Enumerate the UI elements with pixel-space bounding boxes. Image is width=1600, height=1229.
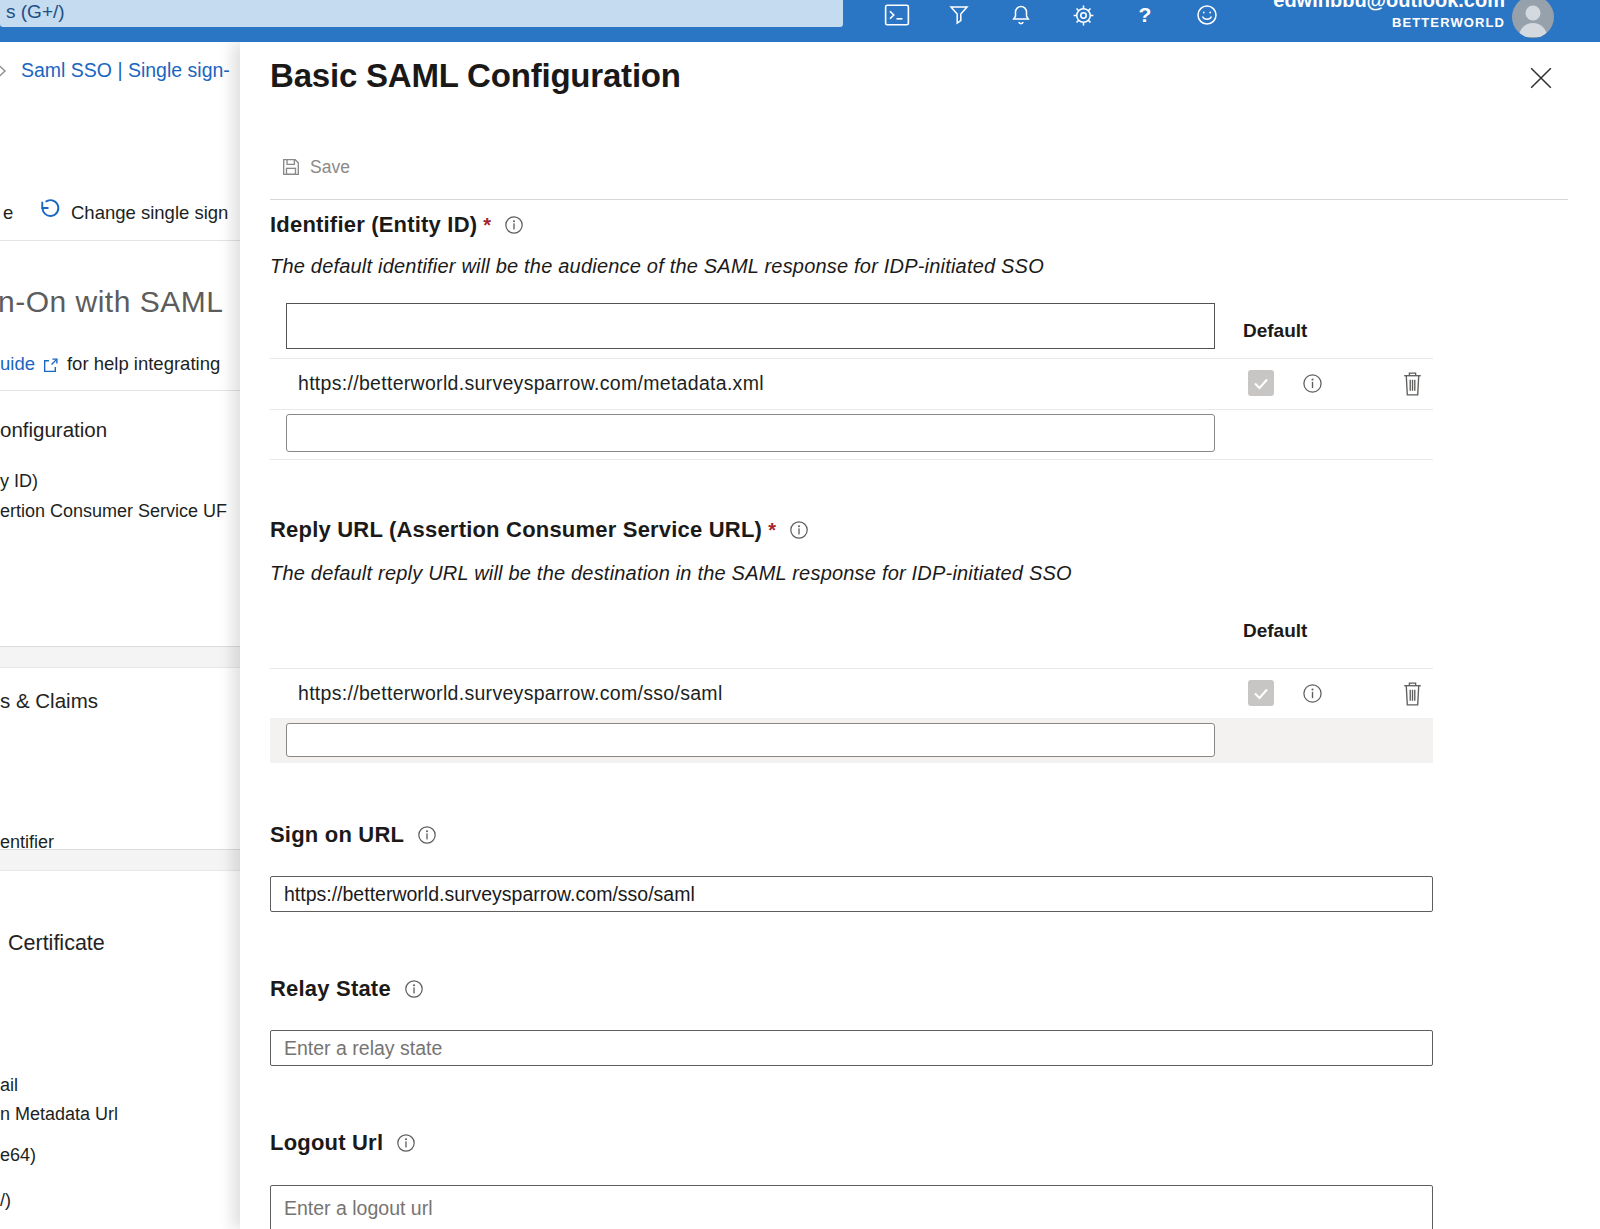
help-icon: ? bbox=[1139, 3, 1152, 27]
panel-title: Basic SAML Configuration bbox=[270, 57, 681, 95]
account-email[interactable]: edwinbbu@outlook.com bbox=[1273, 0, 1505, 12]
gear-icon bbox=[1071, 3, 1096, 28]
external-link-icon bbox=[42, 357, 59, 374]
close-button[interactable] bbox=[1529, 66, 1555, 92]
filter-icon bbox=[947, 3, 971, 27]
info-icon[interactable] bbox=[1302, 683, 1323, 704]
identifier-description: The default identifier will be the audie… bbox=[270, 255, 1044, 278]
save-label: Save bbox=[310, 157, 350, 178]
identifier-input-new-top[interactable] bbox=[286, 303, 1215, 349]
divider bbox=[0, 240, 240, 241]
delete-row-button[interactable] bbox=[1401, 680, 1424, 707]
notifications-button[interactable] bbox=[990, 0, 1052, 30]
logout-url-input[interactable] bbox=[270, 1185, 1433, 1229]
identifier-section-header: Identifier (Entity ID) * bbox=[270, 212, 524, 238]
logout-url-section-header: Logout Url bbox=[270, 1130, 416, 1156]
guide-link[interactable]: uide bbox=[0, 353, 35, 375]
background-page: Saml SSO | Single sign- e Change single … bbox=[0, 42, 240, 1229]
page-heading-fragment: n-On with SAML bbox=[0, 285, 223, 319]
feedback-button[interactable] bbox=[1176, 0, 1238, 30]
identifier-input-new[interactable] bbox=[286, 414, 1215, 452]
required-asterisk: * bbox=[483, 214, 491, 237]
directory-filter-button[interactable] bbox=[928, 0, 990, 30]
divider bbox=[270, 459, 1433, 460]
field-fragment: ail bbox=[0, 1075, 18, 1096]
toolbar-fragment: e bbox=[3, 202, 13, 224]
reply-url-default-checkbox[interactable] bbox=[1248, 680, 1274, 706]
save-button[interactable]: Save bbox=[282, 154, 350, 180]
search-text: s (G+/) bbox=[6, 1, 65, 23]
guide-text: for help integrating bbox=[67, 353, 220, 375]
breadcrumb[interactable]: Saml SSO | Single sign- bbox=[21, 59, 230, 82]
trash-icon bbox=[1401, 680, 1424, 707]
required-asterisk: * bbox=[768, 519, 776, 542]
save-icon bbox=[282, 158, 300, 176]
card-gap bbox=[0, 849, 240, 871]
info-icon[interactable] bbox=[1302, 373, 1323, 394]
undo-icon bbox=[36, 197, 61, 222]
reply-url-description: The default reply URL will be the destin… bbox=[270, 562, 1072, 585]
card-title-fragment: Certificate bbox=[8, 931, 105, 956]
relay-state-input[interactable] bbox=[270, 1030, 1433, 1066]
reply-url-label: Reply URL (Assertion Consumer Service UR… bbox=[270, 517, 762, 543]
help-button[interactable]: ? bbox=[1114, 0, 1176, 30]
check-icon bbox=[1248, 370, 1274, 396]
divider bbox=[270, 409, 1433, 410]
azure-topbar: s (G+/) ? edwinbbu@outlook.com BETTERWOR… bbox=[0, 0, 1600, 42]
divider bbox=[270, 199, 1568, 200]
field-fragment: ertion Consumer Service UF bbox=[0, 501, 227, 522]
field-fragment: y ID) bbox=[0, 471, 38, 492]
info-icon[interactable] bbox=[789, 520, 809, 540]
reply-url-row-value: https://betterworld.surveysparrow.com/ss… bbox=[298, 682, 723, 705]
info-icon[interactable] bbox=[417, 825, 437, 845]
field-fragment: n Metadata Url bbox=[0, 1104, 118, 1125]
field-fragment: e64) bbox=[0, 1145, 36, 1166]
identifier-label: Identifier (Entity ID) bbox=[270, 212, 477, 238]
close-icon bbox=[1529, 66, 1553, 90]
reply-url-input-new[interactable] bbox=[286, 723, 1215, 757]
divider bbox=[0, 390, 240, 391]
sign-on-url-label: Sign on URL bbox=[270, 822, 404, 848]
divider bbox=[270, 358, 1433, 359]
divider bbox=[270, 668, 1433, 669]
delete-row-button[interactable] bbox=[1401, 370, 1424, 397]
global-search-input[interactable]: s (G+/) bbox=[0, 0, 843, 27]
guide-row: uide for help integrating bbox=[0, 353, 220, 375]
sign-on-url-input[interactable] bbox=[270, 876, 1433, 912]
change-sso-mode-button[interactable]: Change single sign bbox=[71, 202, 228, 224]
logout-url-label: Logout Url bbox=[270, 1130, 383, 1156]
info-icon[interactable] bbox=[396, 1133, 416, 1153]
trash-icon bbox=[1401, 370, 1424, 397]
cloud-shell-button[interactable] bbox=[866, 0, 928, 30]
card-title-fragment: s & Claims bbox=[0, 689, 98, 713]
default-column-header: Default bbox=[1243, 620, 1307, 642]
account-tenant: BETTERWORLD bbox=[1392, 15, 1505, 30]
identifier-default-checkbox[interactable] bbox=[1248, 370, 1274, 396]
breadcrumb-chevron-icon bbox=[0, 63, 7, 79]
card-gap bbox=[0, 646, 240, 668]
default-column-header: Default bbox=[1243, 320, 1307, 342]
bell-icon bbox=[1009, 3, 1033, 27]
person-icon bbox=[1512, 0, 1554, 38]
smiley-icon bbox=[1195, 3, 1219, 27]
relay-state-section-header: Relay State bbox=[270, 976, 424, 1002]
card-title-fragment: onfiguration bbox=[0, 418, 107, 442]
field-fragment: /) bbox=[0, 1190, 11, 1211]
avatar[interactable] bbox=[1512, 0, 1554, 38]
sign-on-url-section-header: Sign on URL bbox=[270, 822, 437, 848]
info-icon[interactable] bbox=[404, 979, 424, 999]
cloud-shell-icon bbox=[884, 3, 910, 27]
relay-state-label: Relay State bbox=[270, 976, 391, 1002]
settings-button[interactable] bbox=[1052, 0, 1114, 30]
info-icon[interactable] bbox=[504, 215, 524, 235]
identifier-row-value: https://betterworld.surveysparrow.com/me… bbox=[298, 372, 764, 395]
basic-saml-configuration-panel: Basic SAML Configuration Save Identifier… bbox=[240, 42, 1600, 1229]
check-icon bbox=[1248, 680, 1274, 706]
reply-url-section-header: Reply URL (Assertion Consumer Service UR… bbox=[270, 517, 809, 543]
